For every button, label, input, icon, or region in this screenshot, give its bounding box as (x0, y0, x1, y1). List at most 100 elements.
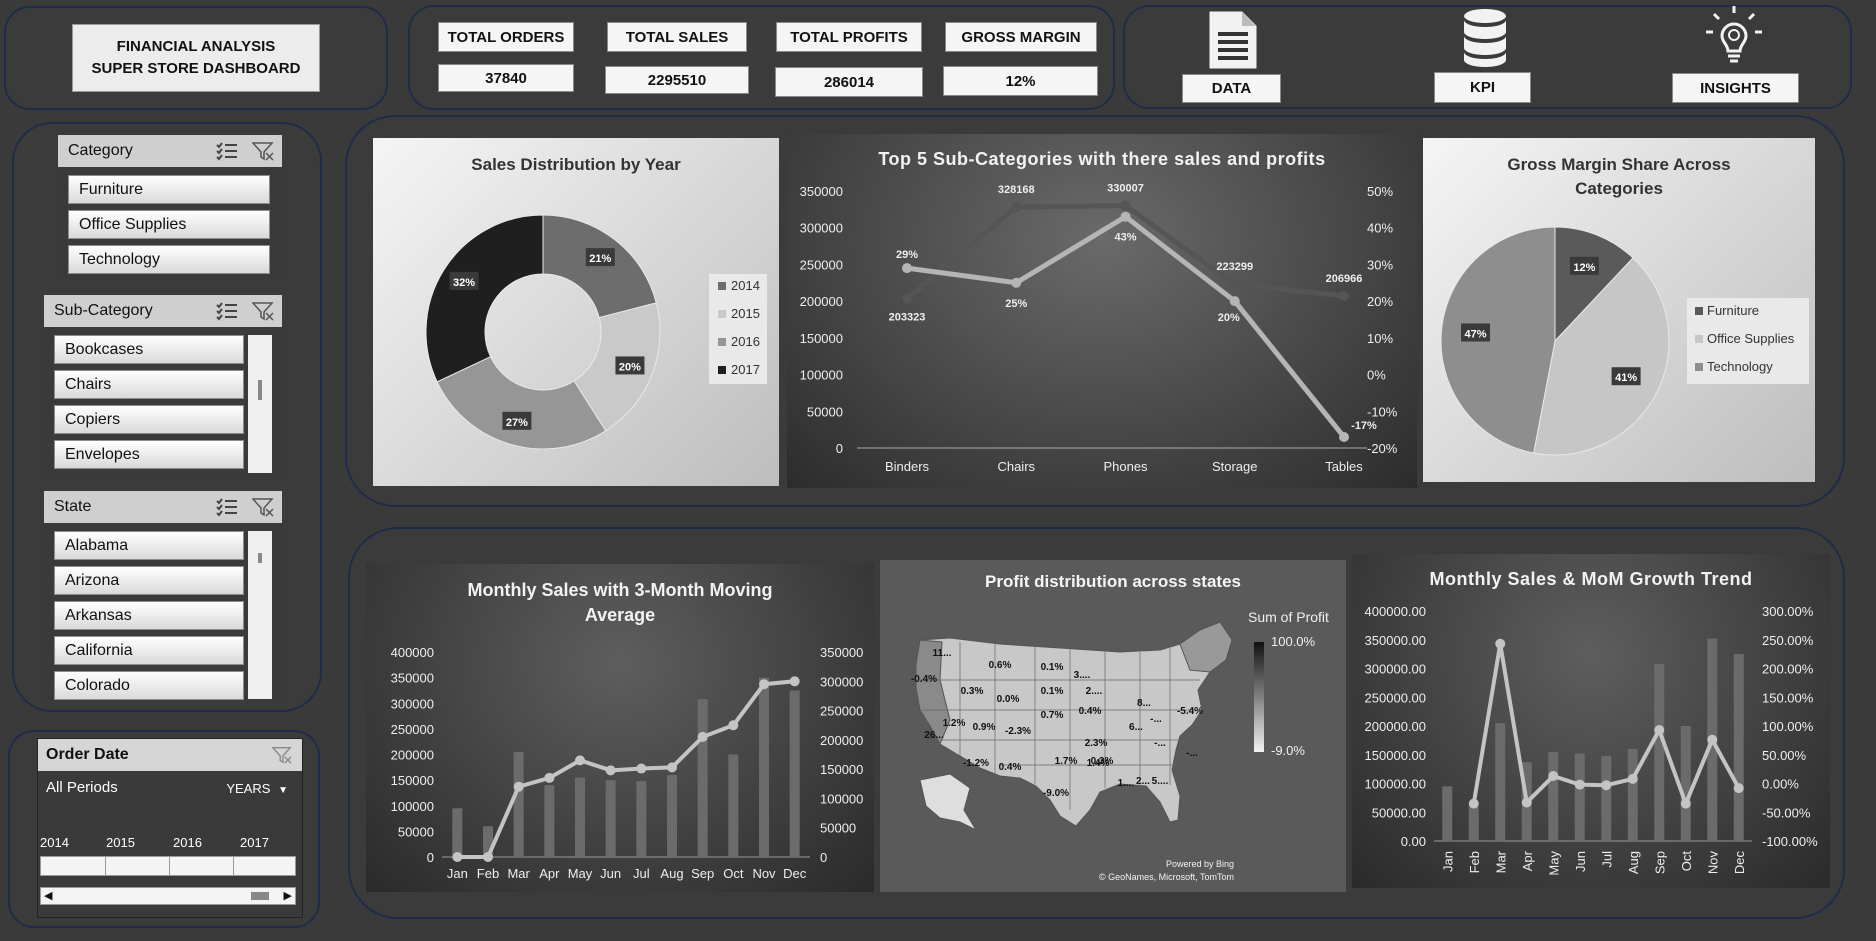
y-left-tick: 300000 (800, 221, 843, 236)
y-right-tick: 10% (1367, 331, 1393, 346)
x-tick-Feb: Feb (477, 866, 499, 881)
trend-point-Nov (1707, 734, 1718, 745)
y-left-tick: 350000 (800, 184, 843, 199)
slicer-item-office-supplies[interactable]: Office Supplies (68, 210, 270, 239)
state-scrollbar[interactable] (248, 531, 272, 699)
timeline-period: All Periods (46, 779, 118, 796)
state-profit-label: 0.1% (1041, 686, 1064, 697)
lightbulb-icon[interactable] (1702, 4, 1766, 66)
slicer-item-colorado[interactable]: Colorado (54, 671, 244, 700)
clear-filter-icon[interactable] (252, 141, 274, 161)
database-icon[interactable] (1462, 8, 1508, 68)
state-profit-label: -... (1154, 738, 1166, 749)
y-left-tick: 0.00 (1401, 834, 1426, 849)
y-left-tick: 200000 (800, 294, 843, 309)
x-tick-Jul: Jul (1599, 851, 1614, 868)
gross-margin-share-svg: Gross Margin Share Across Categories 12%… (1440, 155, 1809, 456)
y-right-tick: 250000 (820, 704, 863, 719)
state-profit-label: 0.7% (1041, 710, 1064, 721)
multi-select-icon[interactable] (216, 141, 238, 161)
slicer-item-bookcases[interactable]: Bookcases (54, 335, 244, 364)
trend-point-Oct (1680, 798, 1691, 809)
pie-slice-technology (1440, 226, 1556, 454)
trend-point-Dec (789, 676, 800, 687)
slicer-item-technology[interactable]: Technology (68, 245, 270, 274)
y-left-tick: 350000 (391, 671, 434, 686)
state-scroll-thumb[interactable] (258, 553, 262, 563)
y-left-tick: 150000 (391, 773, 434, 788)
timeline-level: YEARS (226, 781, 271, 796)
timeline-bar[interactable] (40, 856, 296, 876)
profit-label-Storage: 20% (1218, 312, 1240, 324)
kpi-total-sales-value: 2295510 (605, 66, 749, 94)
trend-point-Apr (544, 772, 555, 783)
bar-Jan (452, 808, 463, 857)
slicer-item-furniture[interactable]: Furniture (68, 175, 270, 204)
y-right-tick: 300000 (820, 674, 863, 689)
legend-swatch-2016 (718, 338, 726, 346)
document-icon[interactable] (1206, 10, 1260, 70)
donut-label-2015: 20% (615, 356, 645, 375)
bar-Oct (728, 754, 739, 857)
multi-select-icon[interactable] (216, 497, 238, 517)
state-slicer: State Alabama Arizona Arkansas Californi… (44, 491, 282, 700)
timeline-year-2016: 2016 (173, 835, 202, 850)
legend-label-2015: 2015 (731, 306, 760, 321)
y-right-tick: 200000 (820, 733, 863, 748)
clear-filter-icon[interactable] (272, 745, 292, 765)
slicer-item-copiers[interactable]: Copiers (54, 405, 244, 434)
donut-slice-2016 (436, 356, 607, 450)
x-tick-Storage: Storage (1212, 459, 1258, 474)
clear-filter-icon[interactable] (252, 497, 274, 517)
profit-point-Phones (1120, 211, 1131, 222)
donut-label-2017: 32% (449, 271, 479, 290)
bar-Aug (1627, 749, 1638, 841)
state-profit-label: 0.4% (1079, 706, 1102, 717)
slicer-item-california[interactable]: California (54, 636, 244, 665)
pie-label-office-supplies: 41% (1611, 367, 1641, 386)
slicer-item-envelopes[interactable]: Envelopes (54, 440, 244, 469)
trend-point-Jul (636, 763, 647, 774)
sales-label-Chairs: 328168 (998, 184, 1035, 196)
y-left-tick: 300000.00 (1365, 662, 1426, 677)
x-tick-Aug: Aug (660, 866, 683, 881)
kpi-gross-margin-value: 12% (943, 66, 1098, 96)
timeline-scroll-thumb[interactable] (251, 892, 269, 900)
nav-data-button[interactable]: DATA (1182, 74, 1281, 103)
legend-swatch-2014 (718, 282, 726, 290)
nav-kpi-button[interactable]: KPI (1434, 72, 1531, 103)
clear-filter-icon[interactable] (252, 301, 274, 321)
multi-select-icon[interactable] (216, 301, 238, 321)
x-tick-Apr: Apr (539, 866, 560, 881)
x-tick-Nov: Nov (752, 866, 776, 881)
subcategory-scroll-thumb[interactable] (258, 380, 262, 400)
category-slicer: Category Furniture Office Supplies Techn… (58, 135, 282, 280)
slicer-item-arizona[interactable]: Arizona (54, 566, 244, 595)
slicer-item-chairs[interactable]: Chairs (54, 370, 244, 399)
state-profit-label: 2.... (1086, 686, 1103, 697)
slicer-item-arkansas[interactable]: Arkansas (54, 601, 244, 630)
scroll-right-icon[interactable]: ▶ (284, 889, 292, 902)
state-profit-label: -... (1150, 714, 1162, 725)
chart-title-line-2: Categories (1575, 179, 1663, 198)
timeline-scrollbar[interactable]: ◀ ▶ (40, 887, 296, 905)
x-tick-Oct: Oct (1679, 851, 1694, 872)
timeline-level-select[interactable]: YEARS ▼ (226, 781, 288, 796)
alaska-shape (919, 773, 978, 832)
subcategory-scrollbar[interactable] (248, 335, 272, 473)
slicer-item-alabama[interactable]: Alabama (54, 531, 244, 560)
legend-swatch-office-supplies (1695, 335, 1703, 343)
y-right-tick: 20% (1367, 294, 1393, 309)
legend-label-2016: 2016 (731, 334, 760, 349)
category-slicer-header: Category (58, 135, 282, 167)
map-legend-min: -9.0% (1271, 743, 1305, 758)
scroll-left-icon[interactable]: ◀ (44, 889, 52, 902)
kpi-total-sales-label: TOTAL SALES (607, 22, 747, 52)
x-tick-Jan: Jan (1440, 851, 1455, 872)
state-profit-label: -0.4% (911, 674, 937, 685)
sales-point-Tables (1339, 291, 1349, 302)
nav-insights-button[interactable]: INSIGHTS (1672, 73, 1799, 103)
y-right-tick: -100.00% (1762, 834, 1818, 849)
bar-Jul (1601, 755, 1612, 841)
timeline-header: Order Date (38, 739, 302, 771)
